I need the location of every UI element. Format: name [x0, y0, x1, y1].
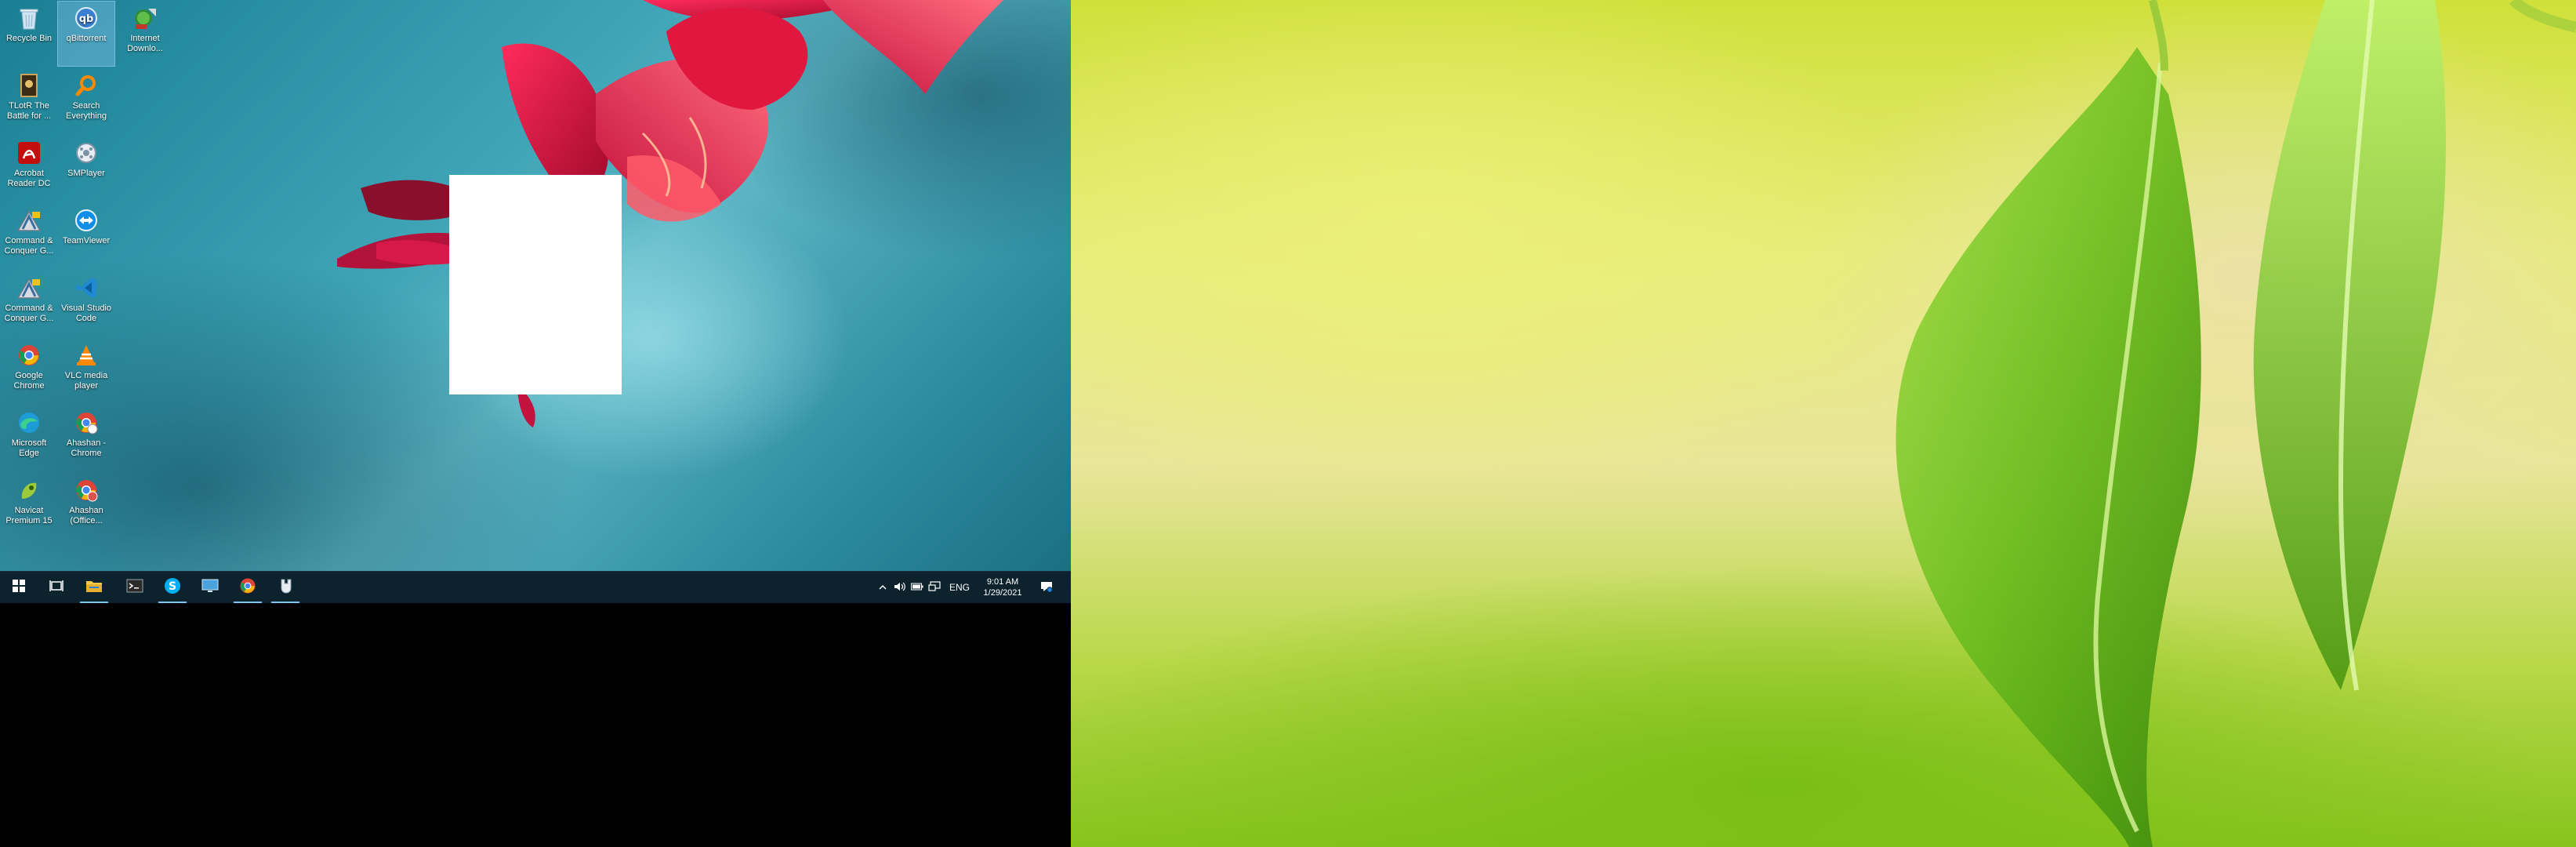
network-icon — [928, 580, 941, 594]
remote-desktop-icon — [201, 578, 220, 598]
chrome-profile-icon — [73, 477, 100, 503]
battery-button[interactable] — [909, 572, 925, 603]
app-icon — [277, 577, 294, 598]
desktop-icon-label: Visual Studio Code — [60, 304, 111, 323]
input-language-button[interactable]: ENG — [945, 572, 974, 603]
folder-icon — [85, 579, 103, 597]
command-conquer-icon — [16, 274, 42, 301]
desktop-icon-vscode[interactable]: Visual Studio Code — [58, 271, 114, 336]
desktop-icon-label: qBittorrent — [66, 34, 107, 43]
desktop-icon-command-conquer-2[interactable]: Command & Conquer G... — [1, 271, 57, 336]
svg-text:qb: qb — [79, 13, 94, 25]
desktop-icon-label: TLotR The Battle for ... — [6, 101, 52, 121]
desktop-icon-smplayer[interactable]: SMPlayer — [58, 136, 114, 201]
task-view-button[interactable] — [38, 572, 75, 603]
teamviewer-icon — [73, 207, 100, 234]
desktop-icon-ahashan-chrome[interactable]: Ahashan - Chrome — [58, 406, 114, 471]
file-explorer-button[interactable] — [75, 572, 113, 603]
desktop-icon-label: Navicat Premium 15 — [5, 506, 53, 525]
desktop-icon-label: Command & Conquer G... — [4, 236, 54, 256]
desktop-icon-vlc[interactable]: VLC media player — [58, 339, 114, 403]
skype-button[interactable]: S — [154, 572, 191, 603]
windows-logo-icon — [13, 579, 25, 596]
desktop-icon-label: Command & Conquer G... — [4, 304, 54, 323]
qbittorrent-icon: qb — [73, 5, 100, 31]
desktop-icon-label: SMPlayer — [67, 169, 105, 178]
desktop-icon-ahashan-office[interactable]: Ahashan (Office... — [58, 474, 114, 538]
desktop-icon-label: Acrobat Reader DC — [7, 169, 51, 188]
desktop-icon-google-chrome[interactable]: Google Chrome — [1, 339, 57, 403]
start-button[interactable] — [0, 572, 38, 603]
acrobat-reader-icon — [16, 140, 42, 166]
skype-icon: S — [164, 577, 181, 598]
desktop-icon-label: Recycle Bin — [5, 34, 53, 43]
clock-date: 1/29/2021 — [983, 588, 1022, 598]
desktop-icon-label: Ahashan - Chrome — [66, 438, 107, 458]
speaker-icon — [894, 581, 906, 594]
network-button[interactable] — [927, 572, 942, 603]
fern-leaf-wallpaper — [1896, 0, 2576, 847]
desktop-icon-teamviewer[interactable]: TeamViewer — [58, 204, 114, 268]
terminal-button[interactable] — [116, 572, 154, 603]
remote-desktop-button[interactable] — [191, 572, 229, 603]
desktop-icon-qbittorrent[interactable]: qb qBittorrent — [57, 1, 115, 67]
app-button[interactable] — [267, 572, 304, 603]
desktop-icon-label: Internet Downlo... — [127, 34, 163, 53]
desktop-icon-label: VLC media player — [64, 371, 108, 391]
command-conquer-icon — [16, 207, 42, 234]
desktop-icon-internet-download-manager[interactable]: Internet Downlo... — [117, 2, 173, 66]
volume-button[interactable] — [892, 572, 908, 603]
desktop-icon-label: Google Chrome — [13, 371, 45, 391]
taskbar: S ENG 9:01 AM 1/29/2021 — [0, 571, 1071, 603]
chrome-icon — [239, 577, 256, 598]
show-hidden-icons-button[interactable] — [875, 572, 891, 603]
desktop-icon-label: Microsoft Edge — [11, 438, 47, 458]
search-everything-icon — [73, 72, 100, 99]
action-center-button[interactable] — [1035, 572, 1058, 603]
navicat-icon — [16, 477, 42, 503]
smplayer-icon — [73, 140, 100, 166]
desktop-icon-label: TeamViewer — [62, 236, 111, 245]
desktop-icon-search-everything[interactable]: Search Everything — [58, 69, 114, 133]
desktop-icon-recycle-bin[interactable]: Recycle Bin — [1, 2, 57, 66]
edge-icon — [16, 409, 42, 436]
battery-icon — [911, 582, 923, 593]
vlc-icon — [73, 342, 100, 369]
clock-button[interactable]: 9:01 AM 1/29/2021 — [977, 572, 1029, 603]
lotr-game-icon — [16, 72, 42, 99]
desktop-icon-lotr[interactable]: TLotR The Battle for ... — [1, 69, 57, 133]
desktop-icon-acrobat-reader[interactable]: Acrobat Reader DC — [1, 136, 57, 201]
recycle-bin-icon — [16, 5, 42, 31]
desktop-icon-navicat[interactable]: Navicat Premium 15 — [1, 474, 57, 538]
chrome-icon — [16, 342, 42, 369]
task-view-icon — [49, 580, 63, 596]
blank-white-window[interactable] — [449, 175, 622, 394]
desktop-icon-microsoft-edge[interactable]: Microsoft Edge — [1, 406, 57, 471]
desktop-wallpaper-left[interactable]: Recycle Bin qb qBittorrent Internet Down… — [0, 0, 1071, 571]
notification-icon — [1040, 580, 1053, 595]
internet-download-manager-icon — [132, 5, 158, 31]
terminal-icon — [126, 579, 143, 597]
monitor-right — [1071, 0, 2576, 847]
monitor-left: Recycle Bin qb qBittorrent Internet Down… — [0, 0, 1071, 847]
vscode-icon — [73, 274, 100, 301]
svg-text:S: S — [169, 580, 176, 593]
chrome-profile-icon — [73, 409, 100, 436]
desktop-icon-command-conquer-1[interactable]: Command & Conquer G... — [1, 204, 57, 268]
chevron-up-icon — [879, 582, 887, 593]
chrome-button[interactable] — [229, 572, 267, 603]
clock-time: 9:01 AM — [986, 577, 1019, 587]
desktop-icon-label: Search Everything — [66, 101, 107, 121]
desktop-icon-label: Ahashan (Office... — [69, 506, 103, 525]
